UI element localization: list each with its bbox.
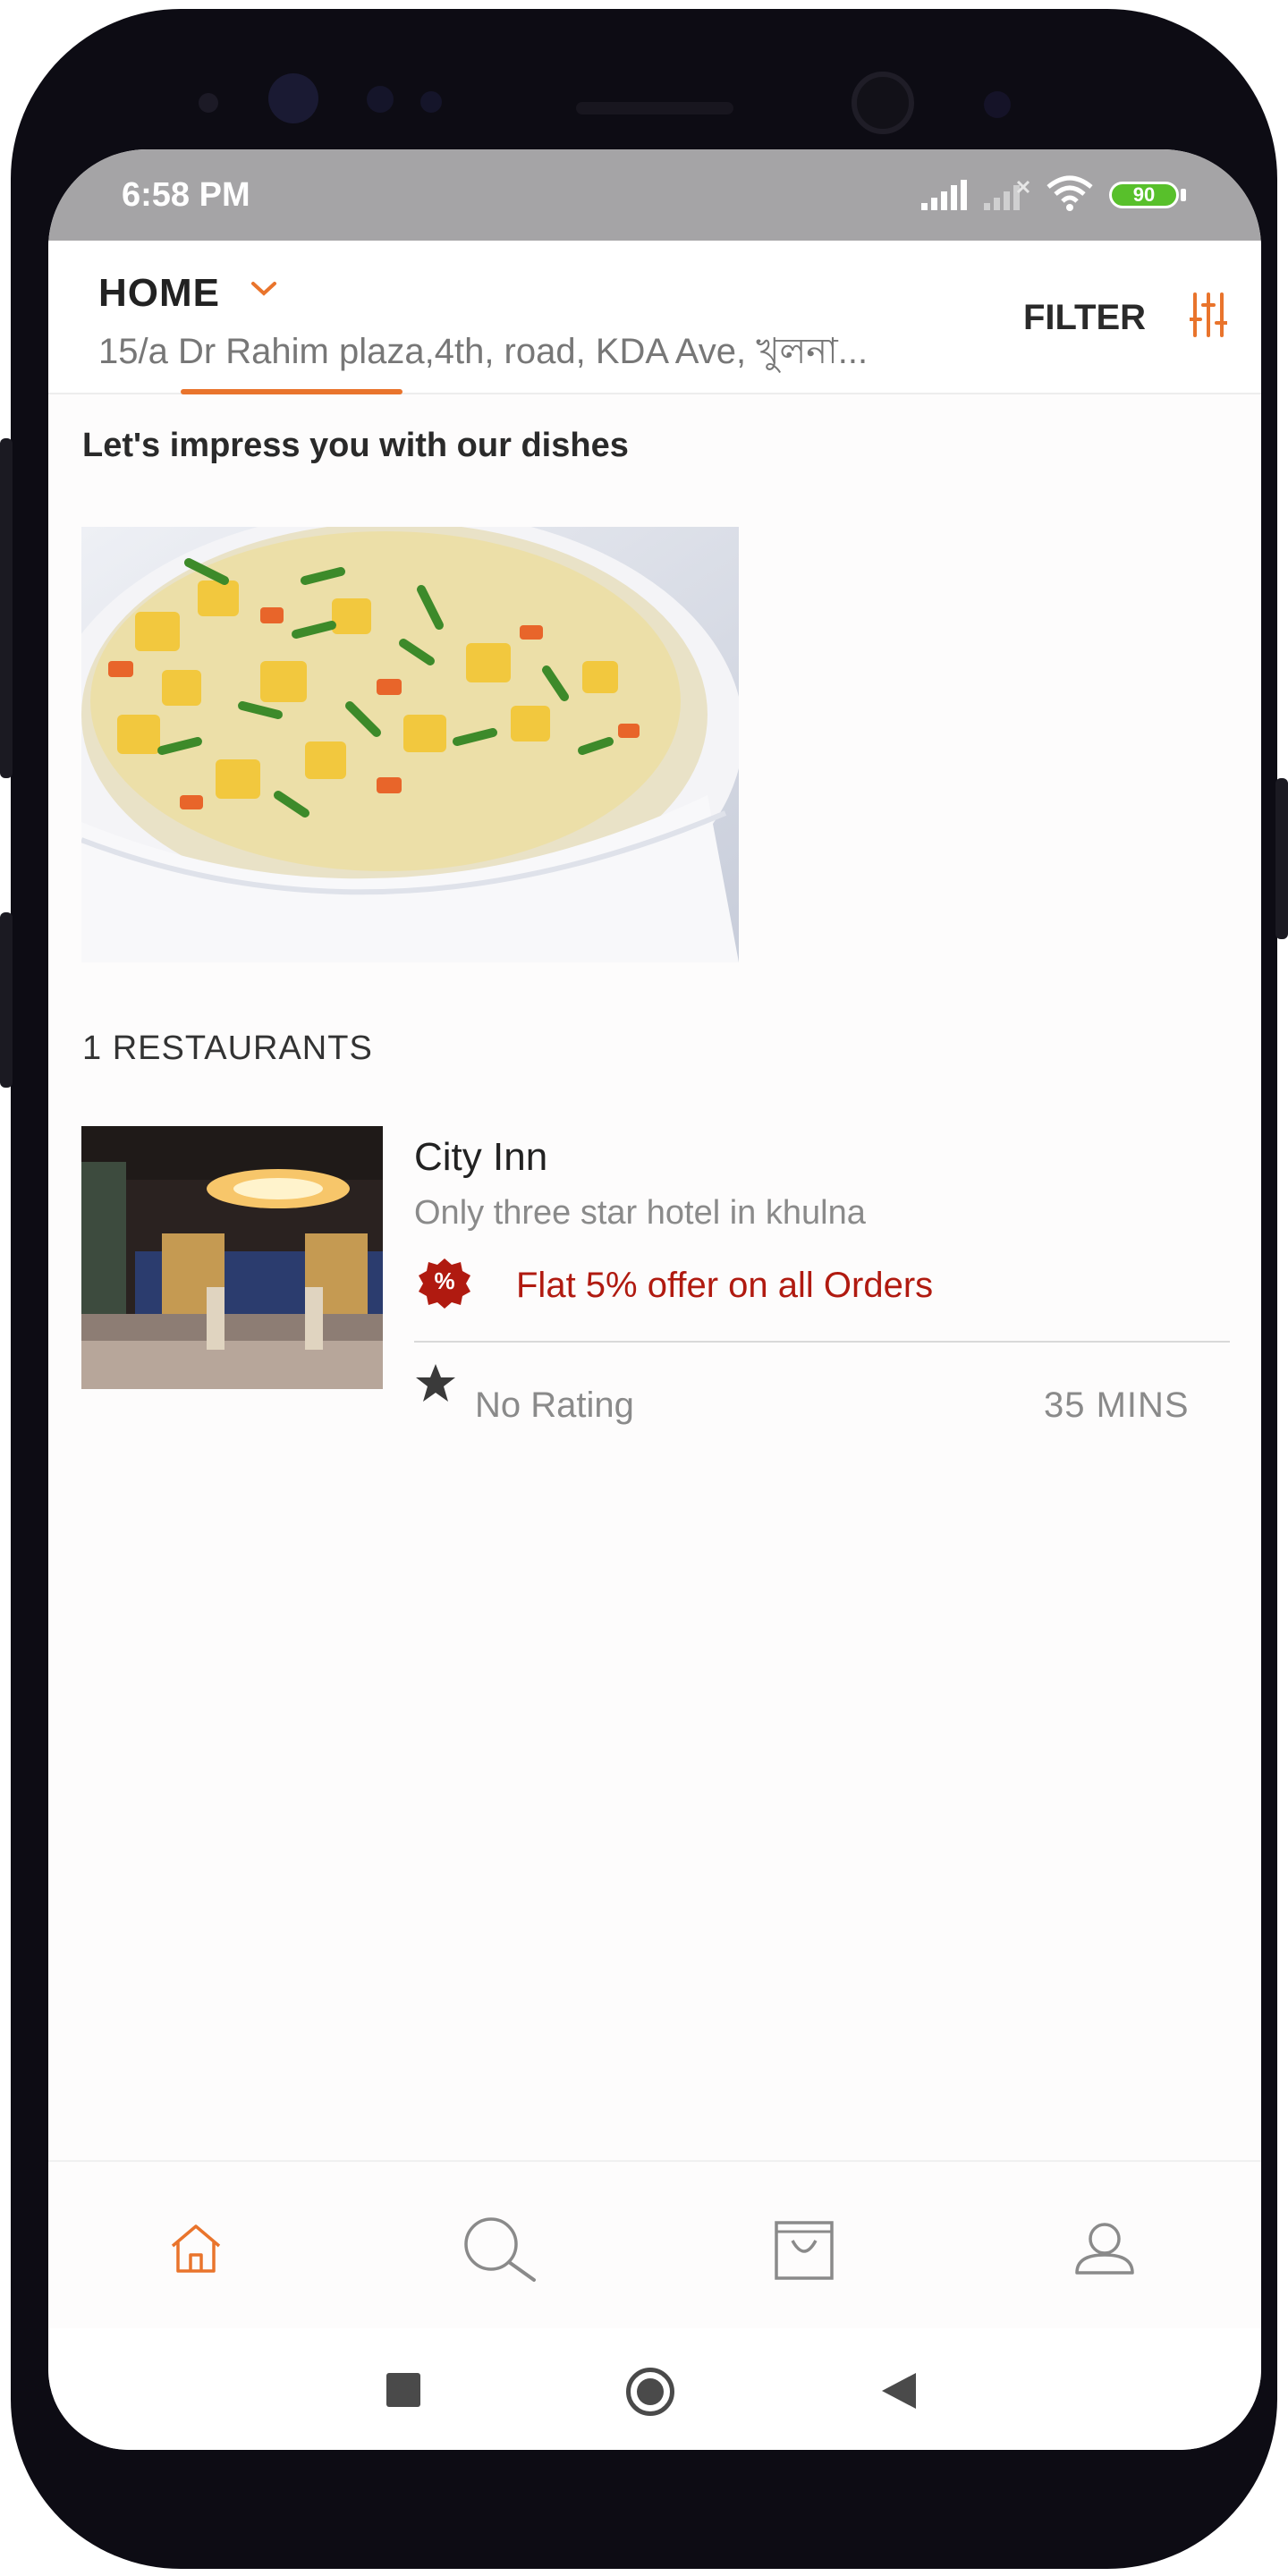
featured-dish-image[interactable] xyxy=(81,527,739,962)
rear-sensor xyxy=(852,72,914,134)
restaurant-description: Only three star hotel in khulna xyxy=(414,1194,866,1232)
signal-no-service-icon xyxy=(984,180,1030,210)
restaurant-name[interactable]: City Inn xyxy=(414,1135,547,1180)
system-navigation-bar xyxy=(48,2328,1261,2450)
home-button-icon[interactable] xyxy=(626,2368,674,2416)
volume-button xyxy=(0,438,13,778)
chevron-down-icon[interactable] xyxy=(250,280,277,298)
filter-sliders-icon[interactable] xyxy=(1190,292,1227,337)
phone-frame: 6:58 PM 90 HOME 15/a Dr Rahim plaza,4th,… xyxy=(0,9,1288,2569)
rating-text: No Rating xyxy=(475,1385,634,1425)
nav-search[interactable] xyxy=(451,2199,549,2298)
wifi-icon xyxy=(1046,175,1093,211)
sensor xyxy=(199,93,218,113)
search-icon[interactable] xyxy=(462,2216,538,2282)
offer-text: Flat 5% offer on all Orders xyxy=(516,1266,934,1305)
nav-profile[interactable] xyxy=(1055,2199,1154,2298)
signal-icon xyxy=(921,180,967,210)
sensor xyxy=(984,91,1011,118)
filter-button[interactable]: FILTER xyxy=(1023,298,1146,338)
status-time: 6:58 PM xyxy=(122,176,250,214)
app-screen: 6:58 PM 90 HOME 15/a Dr Rahim plaza,4th,… xyxy=(48,149,1261,2450)
nav-cart[interactable] xyxy=(755,2199,853,2298)
status-bar: 6:58 PM 90 xyxy=(48,149,1261,241)
delivery-address[interactable]: 15/a Dr Rahim plaza,4th, road, KDA Ave, … xyxy=(98,323,868,383)
front-camera xyxy=(268,73,318,123)
back-icon[interactable] xyxy=(880,2371,918,2411)
recent-apps-icon[interactable] xyxy=(386,2373,420,2407)
offer-badge-icon: % xyxy=(414,1257,475,1315)
delivery-time: 35 MINS xyxy=(1044,1385,1190,1425)
location-header: HOME 15/a Dr Rahim plaza,4th, road, KDA … xyxy=(48,241,1261,394)
side-button xyxy=(0,912,13,1088)
offer-badge-symbol: % xyxy=(434,1267,455,1294)
section-title: Let's impress you with our dishes xyxy=(82,427,629,464)
cart-bag-icon[interactable] xyxy=(773,2216,835,2282)
battery-level: 90 xyxy=(1132,183,1156,206)
restaurant-image[interactable] xyxy=(81,1126,383,1389)
card-divider xyxy=(414,1341,1230,1343)
location-label[interactable]: HOME xyxy=(98,271,220,316)
restaurant-card[interactable]: City Inn Only three star hotel in khulna… xyxy=(81,1126,1230,1448)
profile-icon[interactable] xyxy=(1073,2221,1136,2276)
battery-tip xyxy=(1181,189,1186,201)
bottom-navigation xyxy=(48,2160,1261,2330)
home-icon[interactable] xyxy=(169,2223,223,2275)
battery-icon: 90 xyxy=(1109,182,1179,208)
sensor xyxy=(367,86,394,113)
earpiece-speaker xyxy=(576,102,733,114)
location-underline xyxy=(181,389,402,394)
nav-home[interactable] xyxy=(147,2199,245,2298)
power-button xyxy=(1275,778,1288,939)
sensor xyxy=(420,91,442,113)
star-icon xyxy=(416,1364,455,1402)
restaurant-count: 1 RESTAURANTS xyxy=(82,1030,373,1067)
